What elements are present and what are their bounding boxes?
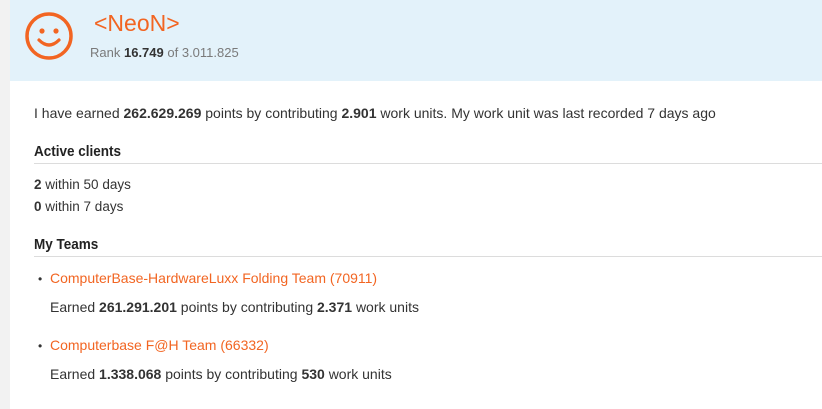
page-gutter: [0, 0, 10, 409]
summary-text-3: work units. My work unit was last record…: [380, 105, 716, 121]
team-work-units: 530: [301, 366, 325, 382]
rank-total: 3.011.825: [181, 45, 239, 60]
total-work-units: 2.901: [341, 105, 377, 121]
client-line-7-days: 0 within 7 days: [34, 198, 123, 215]
team-stats-70911: Earned 261.291.201 points by contributin…: [50, 298, 419, 316]
client-count: 0: [34, 199, 42, 214]
client-count: 2: [34, 177, 42, 192]
team-link-70911[interactable]: ComputerBase-HardwareLuxx Folding Team (…: [50, 269, 377, 287]
summary-text-2: points by contributing: [205, 105, 338, 121]
rank-label: Rank: [90, 45, 121, 60]
team-stats-end: work units: [355, 299, 419, 315]
active-clients-divider: [34, 163, 822, 164]
summary-text-1: I have earned: [34, 105, 120, 121]
team-stats-66332: Earned 1.338.068 points by contributing …: [50, 365, 392, 383]
client-period: within 50 days: [45, 177, 131, 192]
active-clients-title: Active clients: [34, 143, 122, 160]
team-link-66332[interactable]: Computerbase F@H Team (66332): [50, 336, 269, 354]
team-stats-mid: points by contributing: [165, 366, 298, 382]
client-line-50-days: 2 within 50 days: [34, 176, 131, 193]
team-points: 261.291.201: [99, 299, 177, 315]
team-work-units: 2.371: [317, 299, 353, 315]
my-teams-divider: [34, 256, 822, 257]
profile-header: <NeoN> Rank 16.749 of 3.011.825: [10, 0, 822, 81]
earned-label: Earned: [50, 299, 96, 315]
my-teams-title: My Teams: [34, 236, 99, 253]
rank-value: 16.749: [123, 45, 164, 60]
rank-line: Rank 16.749 of 3.011.825: [90, 44, 239, 62]
team-points: 1.338.068: [99, 366, 162, 382]
team-stats-end: work units: [328, 366, 392, 382]
total-points: 262.629.269: [123, 105, 202, 121]
username: <NeoN>: [94, 10, 180, 36]
smiley-face-icon: [25, 12, 73, 60]
profile-card: <NeoN> Rank 16.749 of 3.011.825 I have e…: [10, 0, 822, 409]
team-stats-mid: points by contributing: [180, 299, 314, 315]
bullet-icon: •: [38, 339, 43, 353]
earned-label: Earned: [50, 366, 96, 382]
points-summary: I have earned 262.629.269 points by cont…: [34, 104, 716, 122]
rank-of: of: [167, 45, 179, 60]
bullet-icon: •: [38, 272, 43, 286]
client-period: within 7 days: [45, 199, 124, 214]
